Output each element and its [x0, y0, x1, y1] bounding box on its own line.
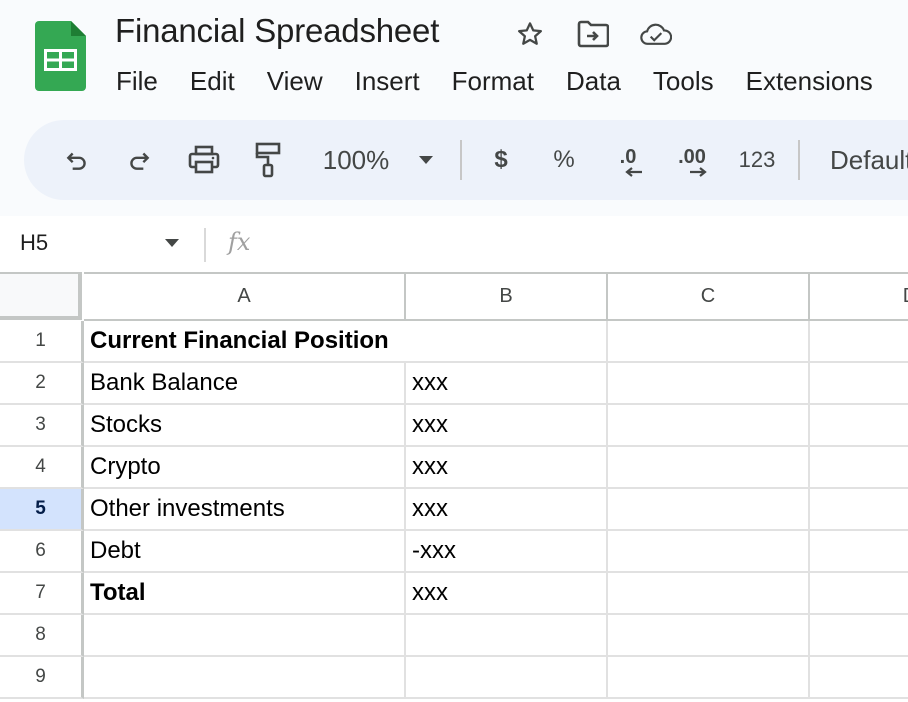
star-icon[interactable] — [514, 18, 546, 50]
cell-d4[interactable] — [810, 447, 908, 489]
cell-b9[interactable] — [406, 657, 608, 699]
menu-extensions[interactable]: Extensions — [746, 64, 873, 98]
redo-icon — [130, 152, 150, 170]
cell-a6[interactable]: Debt — [84, 531, 406, 573]
toolbar-divider — [798, 140, 800, 180]
cell-c4[interactable] — [608, 447, 810, 489]
cell-c5[interactable] — [608, 489, 810, 531]
cell-c9[interactable] — [608, 657, 810, 699]
currency-format-button[interactable]: $ — [486, 120, 516, 200]
undo-button[interactable] — [60, 120, 94, 200]
increase-decimal-label: .00 — [678, 146, 706, 168]
cell-c3[interactable] — [608, 405, 810, 447]
cell-b5[interactable]: xxx — [406, 489, 608, 531]
formula-bar-divider — [204, 228, 206, 262]
menu-format[interactable]: Format — [452, 64, 534, 98]
cell-a5[interactable]: Other investments — [84, 489, 406, 531]
cell-a1[interactable]: Current Financial Position — [84, 321, 406, 363]
cell-c8[interactable] — [608, 615, 810, 657]
cell-c6[interactable] — [608, 531, 810, 573]
cell-b2[interactable]: xxx — [406, 363, 608, 405]
row-header-4[interactable]: 4 — [0, 447, 84, 489]
name-box-dropdown-icon[interactable] — [164, 238, 180, 248]
arrow-left-icon — [625, 167, 642, 177]
cell-b3[interactable]: xxx — [406, 405, 608, 447]
row-header-1[interactable]: 1 — [0, 321, 84, 363]
cell-b7[interactable]: xxx — [406, 573, 608, 615]
cell-b6[interactable]: -xxx — [406, 531, 608, 573]
cell-c2[interactable] — [608, 363, 810, 405]
undo-icon — [66, 152, 86, 170]
print-button[interactable] — [184, 120, 224, 200]
arrow-right-icon — [690, 167, 707, 177]
row-header-7[interactable]: 7 — [0, 573, 84, 615]
paint-format-icon — [255, 142, 281, 178]
cell-b4[interactable]: xxx — [406, 447, 608, 489]
cell-d1[interactable] — [810, 321, 908, 363]
cell-d7[interactable] — [810, 573, 908, 615]
cell-d2[interactable] — [810, 363, 908, 405]
document-title[interactable]: Financial Spreadsheet — [115, 12, 439, 50]
menu-tools[interactable]: Tools — [653, 64, 714, 98]
formula-bar: H5 fx — [0, 216, 908, 272]
row-header-2[interactable]: 2 — [0, 363, 84, 405]
cell-b1[interactable] — [406, 321, 608, 363]
cloud-saved-icon[interactable] — [640, 18, 672, 50]
menu-view[interactable]: View — [267, 64, 323, 98]
menu-data[interactable]: Data — [566, 64, 621, 98]
paint-format-button[interactable] — [248, 120, 288, 200]
sheets-logo-icon[interactable] — [35, 21, 86, 91]
row-header-5[interactable]: 5 — [0, 489, 84, 531]
decrease-decimal-button[interactable]: .0 — [608, 120, 648, 200]
row-header-9[interactable]: 9 — [0, 657, 84, 699]
increase-decimal-button[interactable]: .00 — [672, 120, 712, 200]
cell-d6[interactable] — [810, 531, 908, 573]
zoom-dropdown-arrow[interactable] — [414, 120, 438, 200]
redo-button[interactable] — [122, 120, 156, 200]
cell-d3[interactable] — [810, 405, 908, 447]
cell-c1[interactable] — [608, 321, 810, 363]
column-header-c[interactable]: C — [608, 272, 810, 321]
column-header-b[interactable]: B — [406, 272, 608, 321]
cell-d8[interactable] — [810, 615, 908, 657]
more-formats-button[interactable]: 123 — [734, 120, 780, 200]
font-family-select[interactable]: Default — [830, 120, 908, 200]
cell-a9[interactable] — [84, 657, 406, 699]
formula-input[interactable] — [270, 230, 890, 258]
title-bar: Financial Spreadsheet File Edit View Ins… — [0, 0, 908, 120]
spreadsheet-grid: A B C D 1Current Financial Position2Bank… — [0, 272, 908, 702]
menu-insert[interactable]: Insert — [355, 64, 420, 98]
percent-format-button[interactable]: % — [549, 120, 579, 200]
row-header-6[interactable]: 6 — [0, 531, 84, 573]
cell-a3[interactable]: Stocks — [84, 405, 406, 447]
caret-down-icon — [419, 156, 433, 164]
cell-a2[interactable]: Bank Balance — [84, 363, 406, 405]
zoom-select[interactable]: 100% — [316, 120, 396, 200]
menu-bar: File Edit View Insert Format Data Tools … — [116, 64, 905, 98]
column-header-d[interactable]: D — [810, 272, 908, 321]
cell-b8[interactable] — [406, 615, 608, 657]
row-header-3[interactable]: 3 — [0, 405, 84, 447]
move-to-folder-icon[interactable] — [577, 18, 609, 50]
toolbar-divider — [460, 140, 462, 180]
cell-d9[interactable] — [810, 657, 908, 699]
cell-a8[interactable] — [84, 615, 406, 657]
cell-c7[interactable] — [608, 573, 810, 615]
select-all-corner[interactable] — [0, 272, 82, 320]
cell-a4[interactable]: Crypto — [84, 447, 406, 489]
toolbar: 100% $ % .0 .00 123 Default — [24, 120, 908, 200]
row-header-8[interactable]: 8 — [0, 615, 84, 657]
menu-file[interactable]: File — [116, 64, 158, 98]
cell-d5[interactable] — [810, 489, 908, 531]
decrease-decimal-label: .0 — [619, 146, 637, 168]
print-icon — [188, 145, 220, 174]
name-box[interactable]: H5 — [20, 230, 48, 256]
fx-icon: fx — [228, 228, 251, 256]
cell-a7[interactable]: Total — [84, 573, 406, 615]
menu-edit[interactable]: Edit — [190, 64, 235, 98]
column-header-a[interactable]: A — [84, 272, 406, 321]
